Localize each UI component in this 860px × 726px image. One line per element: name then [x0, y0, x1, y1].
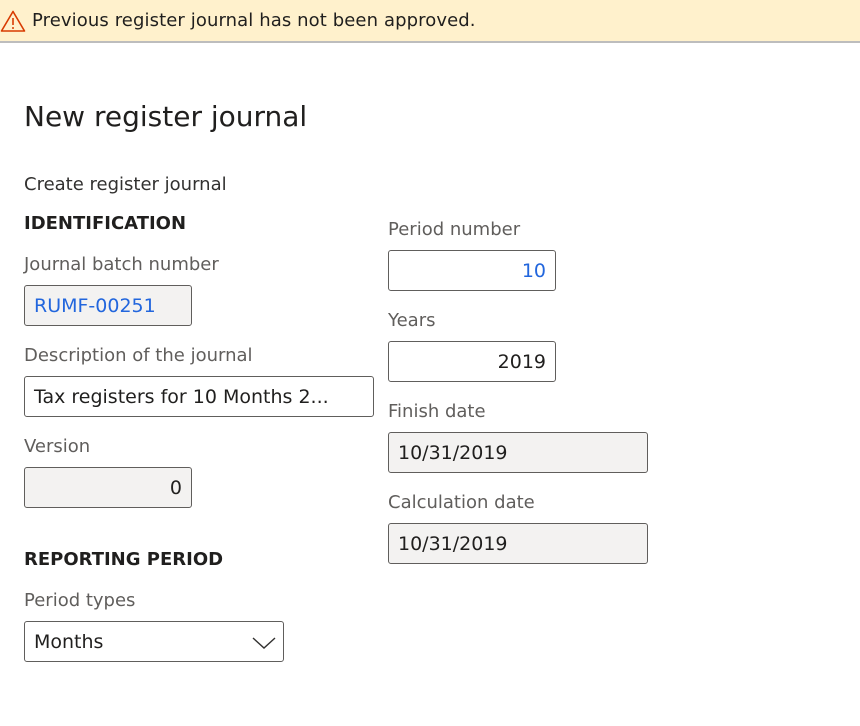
years-input[interactable]: 2019 — [388, 341, 556, 382]
page-title: New register journal — [24, 100, 308, 133]
warning-icon — [0, 10, 26, 32]
description-input[interactable]: Tax registers for 10 Months 2... — [24, 376, 374, 417]
period-types-select[interactable]: Months — [24, 621, 284, 662]
years-label: Years — [388, 310, 436, 331]
calculation-date-field[interactable]: 10/31/2019 — [388, 523, 648, 564]
period-number-label: Period number — [388, 219, 521, 240]
period-number-input[interactable]: 10 — [388, 250, 556, 291]
finish-date-label: Finish date — [388, 401, 486, 422]
finish-date-field[interactable]: 10/31/2019 — [388, 432, 648, 473]
period-types-label: Period types — [24, 590, 136, 611]
version-field[interactable]: 0 — [24, 467, 192, 508]
section-header-identification: IDENTIFICATION — [24, 213, 187, 234]
warning-banner: Previous register journal has not been a… — [0, 0, 860, 43]
description-label: Description of the journal — [24, 345, 253, 366]
journal-batch-number-field[interactable]: RUMF-00251 — [24, 285, 192, 326]
section-header-reporting-period: REPORTING PERIOD — [24, 549, 224, 570]
warning-message: Previous register journal has not been a… — [32, 10, 476, 31]
period-types-value: Months — [34, 630, 104, 653]
calculation-date-label: Calculation date — [388, 492, 535, 513]
page-subtitle: Create register journal — [24, 174, 227, 195]
chevron-down-icon[interactable] — [251, 634, 277, 650]
journal-batch-number-label: Journal batch number — [24, 254, 219, 275]
version-label: Version — [24, 436, 91, 457]
